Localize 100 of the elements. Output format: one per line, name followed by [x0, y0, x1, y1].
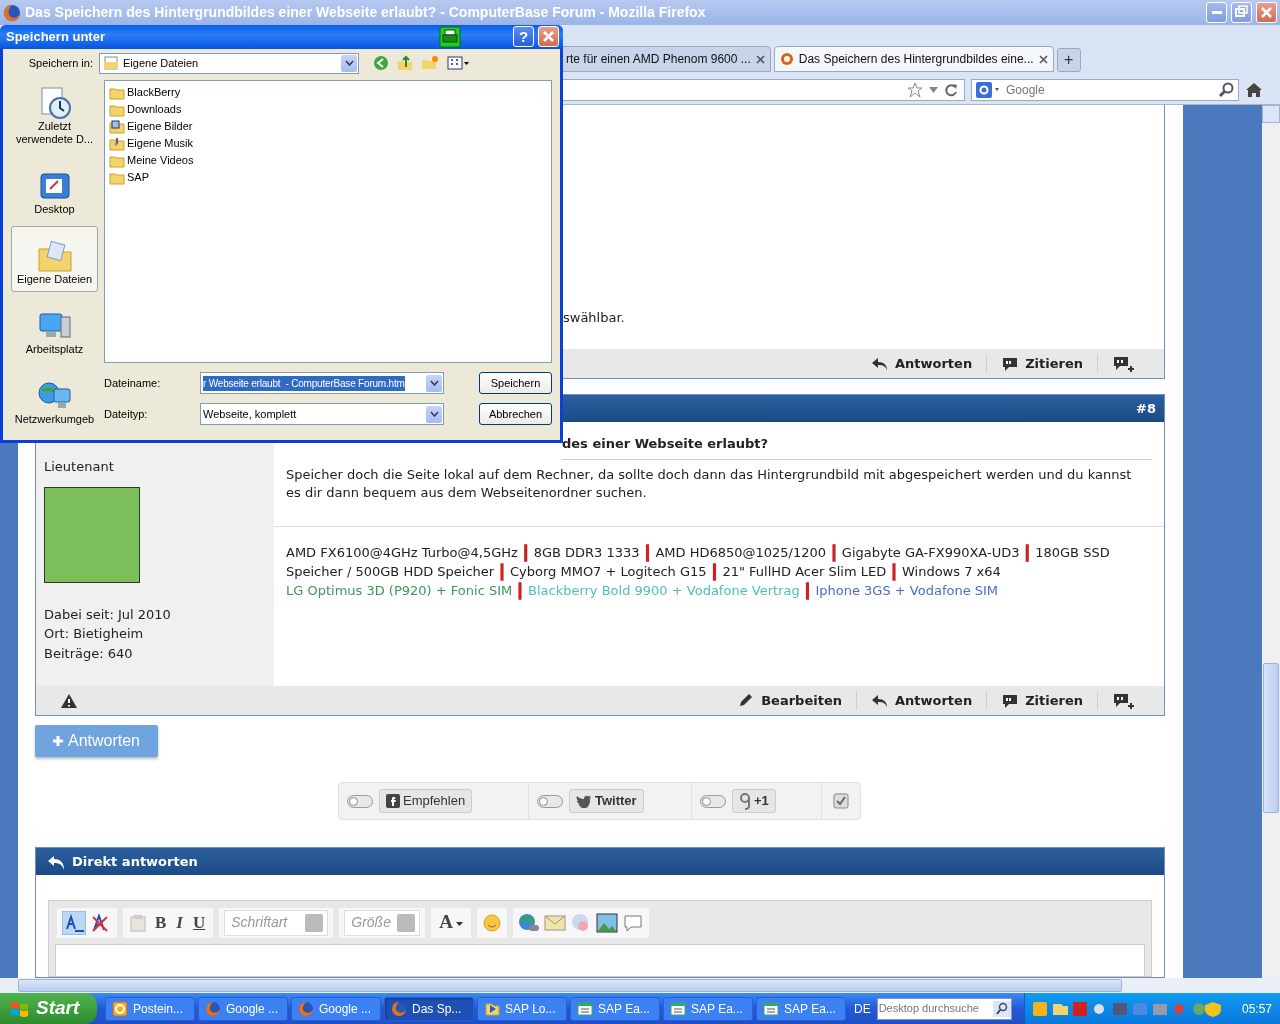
- share-button[interactable]: Twitter: [569, 789, 644, 813]
- file-item[interactable]: Meine Videos: [107, 152, 196, 169]
- app-icon: [3, 3, 21, 22]
- field-label: Dateiname:: [104, 375, 162, 391]
- share-button[interactable]: +1: [732, 789, 776, 813]
- font-style-icon[interactable]: [62, 910, 86, 935]
- close-button[interactable]: [538, 26, 559, 48]
- clipboard-icon[interactable]: [128, 912, 148, 933]
- close-button[interactable]: [1256, 2, 1277, 23]
- toggle-switch[interactable]: [537, 794, 563, 808]
- speech-bubble-plus-icon: [1112, 691, 1136, 710]
- home-icon[interactable]: [1245, 81, 1263, 98]
- file-item[interactable]: Eigene Musik: [107, 135, 196, 152]
- music-folder-icon: [109, 136, 125, 151]
- reply-arrow-icon: [870, 355, 889, 372]
- speech-bubble-plus-icon: [1112, 354, 1136, 373]
- close-icon[interactable]: [1038, 54, 1048, 64]
- vertical-scrollbar[interactable]: [1262, 105, 1280, 978]
- maximize-button[interactable]: [1231, 2, 1252, 23]
- g-letter-icon: [739, 792, 751, 810]
- place-item[interactable]: Netzwerkumgeb: [11, 366, 98, 432]
- speech-bubble-icon: [1001, 692, 1020, 709]
- format-button[interactable]: I: [173, 909, 186, 936]
- window-title: Das Speichern des Hintergrundbildes einer Webseite erlaubt? - ComputerBase Forum - Mozilla Firefox: [25, 3, 707, 22]
- signature-text: AMD FX6100@4GHz Turbo@4,5GHz | 8GB DDR3 1333 | AMD HD6850@1025/1200 | Gigabyte GA-FX990XA-UD3 | 180GB SSD Speicher / 500GB HDD Speicher | Cyborg MMO7 + Logitech G15 | 21" FullHD Acer Slim LED | Windows 7 x64 LG Optimus 3D (P920) + Fonic SIM | Blackberry Bold 9900 + Vodafone Vertrag | Iphone 3GS + Vodafone SIM: [285, 541, 1111, 601]
- toggle-switch[interactable]: [700, 794, 726, 808]
- dialog-button[interactable]: Speichern: [479, 372, 552, 394]
- help-button[interactable]: ?: [513, 26, 534, 48]
- place-item[interactable]: Eigene Dateien: [11, 226, 98, 292]
- language-indicator[interactable]: DE: [854, 999, 871, 1018]
- location-dropdown[interactable]: Eigene Dateien: [99, 52, 359, 74]
- close-icon[interactable]: [755, 54, 765, 64]
- documents-icon: [103, 56, 119, 71]
- f-logo-icon: [386, 794, 400, 808]
- file-item[interactable]: Downloads: [107, 101, 184, 118]
- place-item[interactable]: Desktop: [11, 156, 98, 222]
- author-rank: Lieutenant: [44, 458, 115, 476]
- checkbox-icon[interactable]: [833, 793, 849, 809]
- warning-icon[interactable]: [60, 692, 78, 709]
- dialog-button[interactable]: Abbrechen: [479, 403, 552, 425]
- minimize-button[interactable]: [1206, 2, 1227, 23]
- tray-icons-drawing[interactable]: [1032, 1000, 1223, 1017]
- printer-icon[interactable]: [439, 25, 461, 48]
- post-number: #8: [1136, 399, 1156, 418]
- taskbar-button[interactable]: SAP Ea...: [756, 996, 846, 1021]
- action-link[interactable]: Bearbeiten: [723, 690, 857, 711]
- search-icon[interactable]: [1218, 81, 1234, 98]
- filename-field[interactable]: r Webseite erlaubt - ComputerBase Forum.htm: [200, 372, 444, 394]
- image-icon[interactable]: [596, 912, 618, 933]
- browser-tab[interactable]: Das Speichern des Hintergrundbildes eine...: [773, 46, 1054, 72]
- format-button[interactable]: B: [152, 909, 170, 936]
- folder-icon: [109, 153, 125, 168]
- action-link[interactable]: Antworten: [856, 690, 988, 711]
- reload-icon[interactable]: [944, 82, 958, 97]
- search-input[interactable]: Google: [1004, 79, 1214, 100]
- new-tab-button[interactable]: +: [1056, 48, 1081, 72]
- link-icon[interactable]: [518, 912, 540, 933]
- search-field[interactable]: Google: [971, 78, 1239, 101]
- toggle-switch[interactable]: [347, 794, 373, 808]
- star-icon[interactable]: [907, 81, 923, 98]
- address-field[interactable]: [562, 78, 965, 101]
- taskbar-button[interactable]: SAP Lo...: [477, 996, 567, 1021]
- taskbar-button[interactable]: Das Sp...: [384, 996, 474, 1021]
- format-button[interactable]: U: [189, 909, 209, 936]
- post-text: swählbar.: [563, 308, 625, 327]
- share-button[interactable]: Empfehlen: [379, 789, 473, 813]
- taskbar-button[interactable]: Postein...: [105, 996, 195, 1021]
- taskbar-button[interactable]: Google ...: [291, 996, 381, 1021]
- search-engine-icon[interactable]: [976, 81, 1000, 98]
- file-item[interactable]: BlackBerry: [107, 84, 183, 101]
- desktop-search-field[interactable]: Desktop durchsuche: [876, 997, 1012, 1020]
- bird-icon: [576, 794, 592, 808]
- mail-app-icon: [112, 1000, 128, 1017]
- back-icon[interactable]: [373, 55, 389, 72]
- site-icon: [779, 52, 794, 66]
- dropdown-icon[interactable]: [929, 86, 938, 93]
- view-menu-icon[interactable]: [447, 56, 469, 71]
- speech-bubble-icon: [1001, 355, 1020, 372]
- browser-tab[interactable]: rte für einen AMD Phenom 9600 ...: [560, 46, 771, 72]
- place-item[interactable]: Zuletzt verwendete D...: [11, 80, 98, 152]
- taskbar-button[interactable]: SAP Ea...: [570, 996, 660, 1021]
- post-text: Speicher doch die Seite lokal auf dem Rechner, da sollte doch dann das Hintergrundbild mit abgespeichert werden und du kannst es dir dann bequem aus dem Webseitenordner suchen.: [274, 459, 1164, 527]
- caret-icon: [456, 921, 463, 926]
- plus-icon: [52, 736, 63, 746]
- smiley-icon[interactable]: [482, 912, 502, 933]
- window-icon: [670, 1000, 686, 1017]
- filetype-dropdown[interactable]: Webseite, komplett: [200, 403, 444, 425]
- author-detail: Ort: Bietigheim: [44, 625, 145, 643]
- place-item[interactable]: Arbeitsplatz: [11, 296, 98, 362]
- globe-fox-icon: [391, 1000, 407, 1017]
- file-item[interactable]: SAP: [107, 169, 151, 186]
- action-link[interactable]: Zitieren: [987, 353, 1098, 374]
- folder-up-icon[interactable]: [397, 55, 413, 72]
- dialog-title: Speichern unter: [6, 28, 106, 47]
- taskbar-button[interactable]: Google ...: [198, 996, 288, 1021]
- action-link[interactable]: Antworten: [856, 353, 988, 374]
- file-item[interactable]: Eigene Bilder: [107, 118, 195, 135]
- action-link[interactable]: Zitieren: [987, 690, 1098, 711]
- horizontal-scrollbar[interactable]: [0, 978, 1280, 993]
- taskbar-button[interactable]: SAP Ea...: [663, 996, 753, 1021]
